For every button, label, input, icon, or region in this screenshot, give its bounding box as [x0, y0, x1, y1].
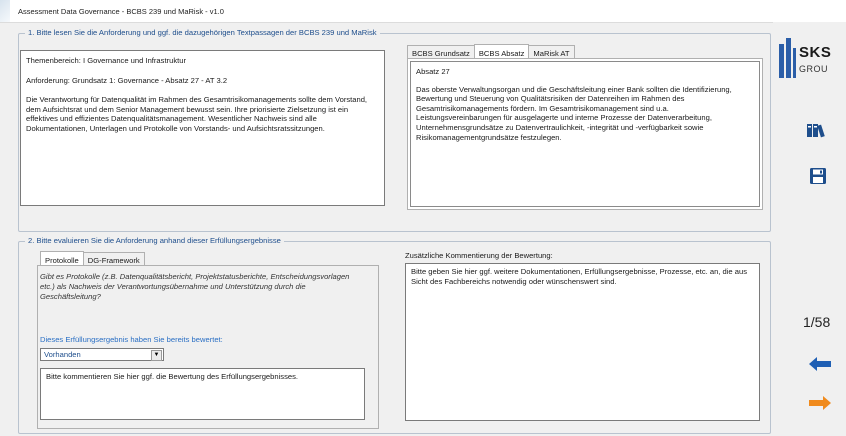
- passage-heading: Absatz 27: [416, 67, 450, 76]
- arrow-right-icon: [809, 396, 831, 410]
- sidebar: SKS GROU 1/58: [773, 22, 846, 436]
- passage-text: Das oberste Verwaltungsorgan und die Ges…: [416, 84, 732, 142]
- additional-comment-label: Zusätzliche Kommentierung der Bewertung:: [405, 251, 553, 260]
- save-icon: [810, 168, 826, 184]
- library-icon: [807, 124, 825, 138]
- section2-legend: 2. Bitte evaluieren Sie die Anforderung …: [25, 236, 284, 245]
- rating-comment-text: Bitte kommentieren Sie hier ggf. die Bew…: [46, 372, 298, 381]
- title-bar: Assessment Data Governance - BCBS 239 un…: [0, 0, 846, 23]
- requirement-textbox[interactable]: Themenbereich: I Governance und Infrastr…: [20, 50, 385, 206]
- page-counter: 1/58: [803, 314, 831, 330]
- rating-comment-textbox[interactable]: Bitte kommentieren Sie hier ggf. die Bew…: [40, 368, 365, 420]
- window-title: Assessment Data Governance - BCBS 239 un…: [18, 7, 224, 16]
- evidence-question: Gibt es Protokolle (z.B. Datenqualitätsb…: [40, 272, 350, 301]
- requirement-description: Die Verantwortung für Datenqualität im R…: [26, 95, 368, 133]
- requirement-line: Anforderung: Grundsatz 1: Governance - A…: [26, 75, 228, 85]
- arrow-left-icon: [809, 357, 831, 371]
- save-button[interactable]: [807, 165, 829, 187]
- logo-subtext: GROU: [799, 64, 828, 74]
- passage-textbox[interactable]: Absatz 27 Das oberste Verwaltungsorgan u…: [410, 61, 760, 207]
- chevron-down-icon[interactable]: ▼: [151, 350, 162, 361]
- company-logo: SKS GROU: [779, 38, 846, 82]
- additional-comment-textbox[interactable]: Bitte geben Sie hier ggf. weitere Dokume…: [405, 263, 760, 421]
- library-button[interactable]: [805, 120, 831, 140]
- rating-label: Dieses Erfüllungsergebnis haben Sie bere…: [40, 335, 223, 344]
- rating-select[interactable]: Vorhanden ▼: [40, 348, 164, 361]
- additional-comment-text: Bitte geben Sie hier ggf. weitere Dokume…: [411, 267, 748, 286]
- previous-button[interactable]: [807, 354, 833, 374]
- logo-text: SKS: [799, 44, 832, 61]
- next-button[interactable]: [807, 393, 833, 413]
- section1-legend: 1. Bitte lesen Sie die Anforderung und g…: [25, 28, 380, 37]
- title-decoration: [0, 0, 10, 22]
- rating-select-value: Vorhanden: [44, 350, 81, 359]
- requirement-topic: Themenbereich: I Governance und Infrastr…: [26, 56, 186, 65]
